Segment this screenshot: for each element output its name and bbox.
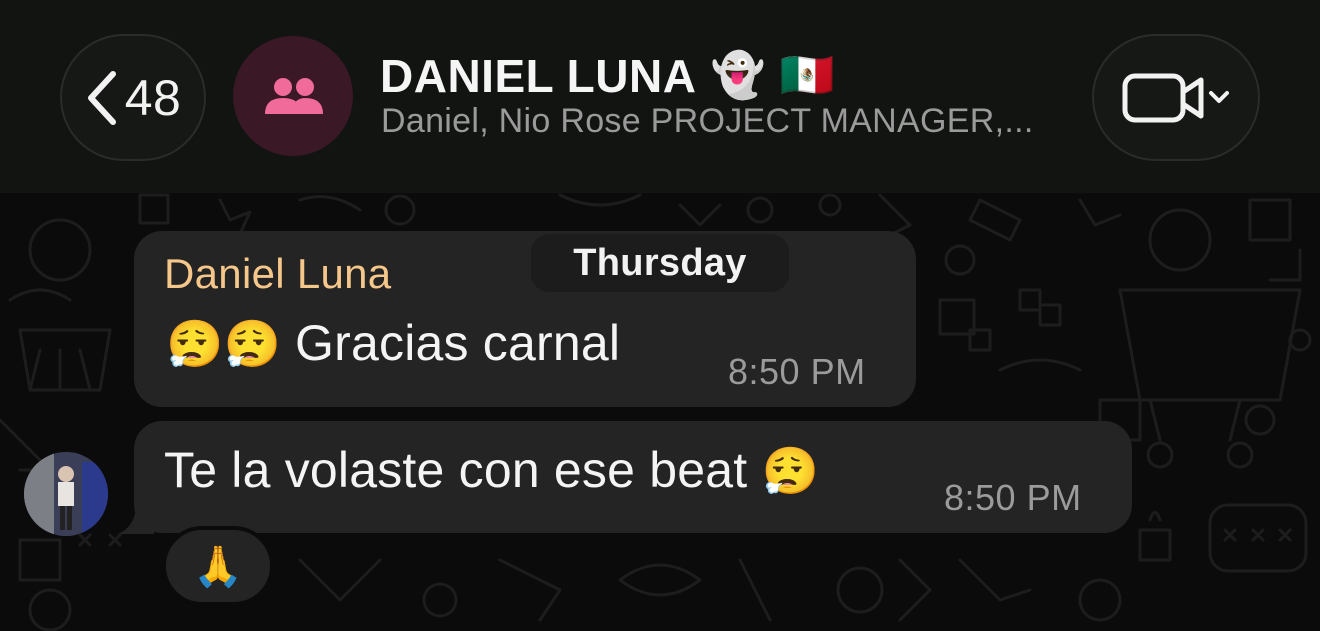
chevron-down-icon bbox=[1209, 90, 1229, 103]
message-body: Te la volaste con ese beat bbox=[164, 442, 748, 498]
back-button[interactable]: 48 bbox=[60, 34, 206, 161]
mexico-flag-emoji: 🇲🇽 bbox=[779, 51, 836, 100]
chevron-left-icon bbox=[87, 70, 116, 125]
group-avatar[interactable] bbox=[233, 36, 353, 156]
message-body: Gracias carnal bbox=[295, 315, 621, 371]
message-text: Te la volaste con ese beat 😮‍💨 bbox=[164, 441, 819, 499]
unread-count: 48 bbox=[124, 69, 182, 126]
exhale-emoji: 😮‍💨😮‍💨 bbox=[166, 318, 281, 370]
sender-avatar[interactable] bbox=[24, 452, 108, 536]
ghost-emoji: 👻 bbox=[710, 51, 766, 100]
video-call-button[interactable] bbox=[1092, 34, 1260, 161]
message-timestamp: 8:50 PM bbox=[728, 351, 866, 392]
exhale-emoji: 😮‍💨 bbox=[761, 445, 819, 497]
chat-participants[interactable]: Daniel, Nio Rose PROJECT MANAGER,... bbox=[381, 102, 1071, 141]
chat-header: 48 DANIEL LUNA 👻 🇲🇽 Daniel, Nio Rose PRO… bbox=[0, 0, 1320, 193]
day-separator: Thursday bbox=[531, 234, 789, 292]
chat-title[interactable]: DANIEL LUNA 👻 🇲🇽 bbox=[380, 46, 835, 106]
video-camera-icon bbox=[1122, 73, 1229, 122]
message-timestamp: 8:50 PM bbox=[944, 477, 1082, 518]
avatar-photo bbox=[24, 452, 108, 536]
chat-screen: 48 DANIEL LUNA 👻 🇲🇽 Daniel, Nio Rose PRO… bbox=[0, 0, 1320, 631]
group-people-icon bbox=[265, 78, 323, 114]
message-reaction[interactable]: 🙏 bbox=[162, 526, 274, 606]
message-text: 😮‍💨😮‍💨 Gracias carnal bbox=[166, 314, 620, 372]
sender-name[interactable]: Daniel Luna bbox=[164, 250, 391, 298]
chat-title-text: DANIEL LUNA bbox=[380, 50, 697, 102]
